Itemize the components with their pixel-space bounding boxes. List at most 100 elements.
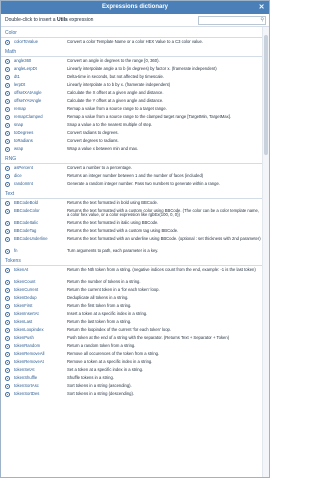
expression-row[interactable]: angle360 Convert an angle in degrees to t…: [1, 57, 263, 65]
expression-row[interactable]: tokenShuffle Shuffle tokens in a string.: [1, 374, 263, 382]
expression-row[interactable]: remap Remap a value from a source range t…: [1, 105, 263, 113]
expression-icon: [5, 106, 10, 112]
expression-row[interactable]: offsetXAtAngle Calculate the X offset at …: [1, 89, 263, 97]
expression-description: Return the first token from a string.: [67, 303, 132, 308]
expression-name: remapClamped: [14, 114, 43, 119]
expression-description: Shuffle tokens in a string.: [67, 375, 114, 380]
expression-row[interactable]: tokenFirst Return the first token from a …: [1, 302, 263, 310]
expression-row[interactable]: BBCodeBold Returns the text formatted in …: [1, 199, 263, 207]
expression-description: Set a token at a specific index in a str…: [67, 367, 144, 372]
expression-row[interactable]: BBCodeColor Returns the text formatted wi…: [1, 207, 263, 219]
search-icon[interactable]: ⚲: [260, 17, 264, 24]
expression-row[interactable]: BBCodeTag Returns the text formatted with…: [1, 227, 263, 235]
expression-name: BBCodeBold: [14, 200, 38, 205]
expression-row[interactable]: tokenSortAsc Sort tokens in a string (asc…: [1, 382, 263, 390]
window-title: Expressions dictionary: [101, 4, 169, 10]
expression-description: Convert radians to degrees.: [67, 130, 119, 135]
section-title: RNG: [1, 156, 263, 164]
expression-row[interactable]: tokenDedup Deduplicate all tokens in a st…: [1, 294, 263, 302]
expression-row[interactable]: toRadians Convert degrees to radians.: [1, 137, 263, 145]
expression-name: tokenRandom: [14, 343, 41, 348]
expression-name: remap: [14, 106, 26, 111]
expression-icon: [5, 327, 10, 333]
expression-list[interactable]: Color colorToValue Convert a color Templat…: [1, 27, 263, 477]
scrollbar[interactable]: [262, 27, 269, 477]
expression-icon: [5, 66, 10, 72]
expression-name: BBCodeTag: [14, 228, 37, 233]
expression-icon: [5, 248, 10, 254]
expression-description: Remap a value from a source range to the…: [67, 114, 232, 119]
expression-name: toRadians: [14, 138, 33, 143]
expression-row[interactable]: tokenInsertAt Insert a token at a specifi…: [1, 310, 263, 318]
expression-name: tokenDedup: [14, 295, 37, 300]
expression-row[interactable]: tokenLoopindex Return the loopindex of th…: [1, 326, 263, 334]
expression-row[interactable]: fn Turn arguments to path, each parameter…: [1, 247, 263, 255]
expression-icon: [5, 138, 10, 144]
expression-description: Linearly interpolate angle a to b (in de…: [67, 66, 217, 71]
expression-icon: [5, 90, 10, 96]
expression-name: BBCodeColor: [14, 208, 40, 213]
expressions-dictionary-window: Expressions dictionary ✕ Double-click to…: [0, 0, 270, 478]
expression-icon: [5, 311, 10, 317]
expression-name: dice: [14, 173, 22, 178]
close-icon[interactable]: ✕: [257, 3, 266, 12]
expression-name: tokenSetAt: [14, 367, 35, 372]
expression-description: Sort tokens in a string (ascending).: [67, 383, 132, 388]
expression-row[interactable]: randomInt Generate a random integer numbe…: [1, 180, 263, 188]
expression-row[interactable]: tokenSortDes Sort tokens in a string (des…: [1, 390, 263, 398]
expression-row[interactable]: remapClamped Remap a value from a source …: [1, 113, 263, 121]
expression-icon: [5, 303, 10, 309]
expression-row[interactable]: wrap Wrap a value x between min and max.: [1, 145, 263, 153]
expression-icon: [5, 383, 10, 389]
expression-icon: [5, 173, 10, 179]
expression-icon: [5, 208, 10, 214]
hint-bar: Double-click to insert a Utils expressio…: [1, 14, 269, 27]
expression-icon: [5, 165, 10, 171]
expression-name: BBCodeUnderline: [14, 236, 48, 241]
expression-name: tokenShuffle: [14, 375, 38, 380]
expression-row[interactable]: tokenCount Return the number of tokens in…: [1, 278, 263, 286]
expression-icon: [5, 236, 10, 242]
expression-row[interactable]: offsetYAtAngle Calculate the Y offset at …: [1, 97, 263, 105]
expression-icon: [5, 279, 10, 285]
expression-row[interactable]: angleLerpDt Linearly interpolate angle a …: [1, 65, 263, 73]
expression-description: Convert an angle in degrees to the range…: [67, 58, 160, 63]
expression-row[interactable]: tokenRemoveAll Remove all occurences of t…: [1, 350, 263, 358]
expression-name: offsetYAtAngle: [14, 98, 42, 103]
scrollbar-thumb[interactable]: [264, 35, 268, 155]
expression-icon: [5, 58, 10, 64]
expression-row[interactable]: asPercent Convert a number to a percentag…: [1, 164, 263, 172]
expression-row[interactable]: BBCodeUnderline Returns the text formatte…: [1, 235, 263, 247]
expression-row[interactable]: tokenRemoveAt Remove a token at a specifi…: [1, 358, 263, 366]
expression-description: Remove all occurences of the token from …: [67, 351, 160, 356]
expression-description: Returns the text formatted with an under…: [67, 235, 261, 241]
expression-row[interactable]: tokenAt Return the Nth token from a strin…: [1, 266, 263, 278]
expression-icon: [5, 114, 10, 120]
expression-row[interactable]: colorToValue Convert a color Template Nam…: [1, 38, 263, 46]
hint-suffix: expression: [67, 17, 94, 23]
expression-description: Return the loopindex of the current 'for…: [67, 327, 172, 332]
search-input[interactable]: [199, 19, 257, 26]
expression-description: Returns the text formatted with a custom…: [67, 207, 260, 217]
expression-row[interactable]: tokenCurrent Return the current token in …: [1, 286, 263, 294]
expression-icon: [5, 200, 10, 206]
expression-name: tokenInsertAt: [14, 311, 39, 316]
section-title: Text: [1, 191, 263, 199]
expression-description: Return the Nth token from a string. (neg…: [67, 266, 256, 272]
expression-row[interactable]: dice Returns an integer number between 1 …: [1, 172, 263, 180]
search-box[interactable]: ⚲: [198, 16, 266, 26]
expression-row[interactable]: lerpDt Linearly interpolate a to b by x. …: [1, 81, 263, 89]
expression-row[interactable]: tokenSetAt Set a token at a specific inde…: [1, 366, 263, 374]
expression-row[interactable]: snap Snap a value a to the nearest multip…: [1, 121, 263, 129]
expression-description: Returns the text formatted in bold using…: [67, 200, 159, 205]
expression-row[interactable]: toDegrees Convert radians to degrees.: [1, 129, 263, 137]
expression-description: Calculate the X offset at a given angle …: [67, 90, 164, 95]
expression-row[interactable]: tokenLast Return the last token from a st…: [1, 318, 263, 326]
expression-row[interactable]: tokenRandom Return a random token from a …: [1, 342, 263, 350]
expression-name: wrap: [14, 146, 24, 151]
expression-row[interactable]: dt1 Delta-time in seconds, but not affect…: [1, 73, 263, 81]
expression-name: snap: [14, 122, 24, 127]
expression-row[interactable]: tokenPush Push token at the end of a stri…: [1, 334, 263, 342]
expression-row[interactable]: BBCodeItalic Returns the text formatted i…: [1, 219, 263, 227]
expression-name: tokenSortDes: [14, 391, 40, 396]
